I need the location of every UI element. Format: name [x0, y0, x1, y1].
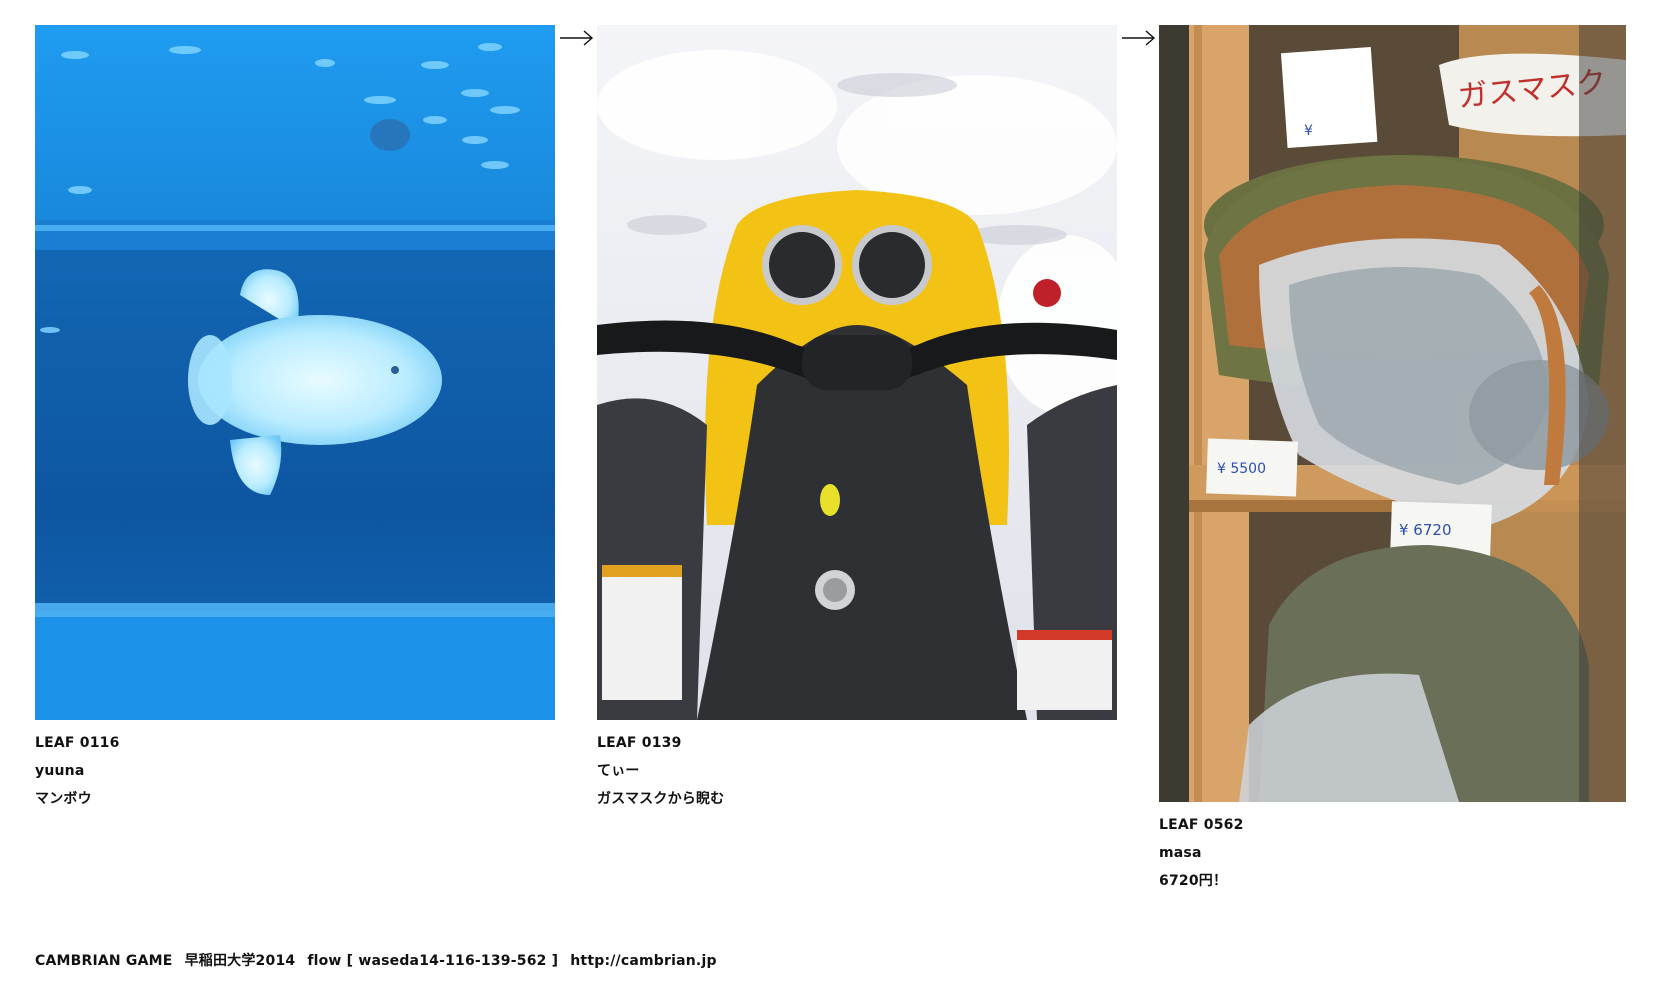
flow-page: LEAF 0116 yuuna マンボウ LEAF 0139 てぃー ガスマスク… — [0, 0, 1655, 982]
helmet-gasmask-shelf-photo: ガスマスク ¥ ¥ 5500 ¥ 6720 — [1159, 25, 1626, 802]
leaf-caption: LEAF 0562 masa 6720円！ — [1159, 811, 1626, 895]
leaf-card: LEAF 0116 yuuna マンボウ — [35, 25, 555, 813]
arrow-right-icon — [560, 30, 594, 46]
leaf-caption: LEAF 0116 yuuna マンボウ — [35, 729, 555, 813]
leaf-id[interactable]: LEAF 0562 — [1159, 811, 1626, 839]
snowmobile-handlebar-photo — [597, 25, 1117, 720]
footer-game-link[interactable]: CAMBRIAN GAME — [35, 953, 173, 969]
leaf-photo-snowmobile[interactable] — [597, 25, 1117, 720]
leaf-id[interactable]: LEAF 0116 — [35, 729, 555, 757]
footer: CAMBRIAN GAME 早稲田大学2014 flow [ waseda14-11… — [35, 950, 729, 970]
leaf-photo-sunfish[interactable] — [35, 25, 555, 720]
leaf-user[interactable]: yuuna — [35, 757, 555, 785]
leaf-user[interactable]: masa — [1159, 839, 1626, 867]
leaf-comment: 6720円！ — [1159, 873, 1228, 889]
leaf-comment: マンボウ — [35, 791, 92, 807]
price-tag-top: ¥ — [1304, 123, 1313, 139]
leaf-caption: LEAF 0139 てぃー ガスマスクから睨む — [597, 729, 1117, 813]
leaf-id[interactable]: LEAF 0139 — [597, 729, 1117, 757]
leaf-comment: ガスマスクから睨む — [597, 791, 725, 807]
leaf-card: ガスマスク ¥ ¥ 5500 ¥ 6720 LEAF 0562 masa 672… — [1159, 25, 1626, 895]
sunfish-aquarium-photo — [35, 25, 555, 720]
footer-flow-id: flow [ waseda14-116-139-562 ] — [307, 953, 559, 969]
arrow-right-icon — [1122, 30, 1156, 46]
leaf-photo-helmet[interactable]: ガスマスク ¥ ¥ 5500 ¥ 6720 — [1159, 25, 1626, 802]
price-tag-right: ¥ 6720 — [1399, 521, 1452, 539]
leaf-user[interactable]: てぃー — [597, 757, 1117, 785]
leaf-card: LEAF 0139 てぃー ガスマスクから睨む — [597, 25, 1117, 813]
price-tag-left: ¥ 5500 — [1217, 461, 1266, 477]
footer-school: 早稲田大学2014 — [184, 953, 296, 969]
footer-url-link[interactable]: http://cambrian.jp — [570, 953, 716, 969]
